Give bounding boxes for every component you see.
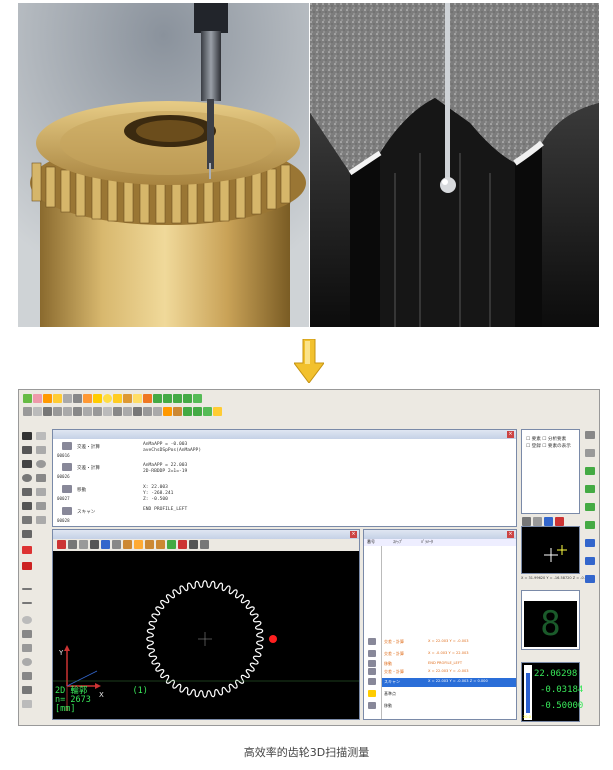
close-icon[interactable]: × [507, 431, 514, 438]
step-label: スキャン [77, 510, 96, 515]
list-item-label: 基準点 [384, 691, 396, 696]
step-line-2: 2D-RBDDP 2=1=-19 [143, 469, 188, 474]
list-item-value: X = 22.003 Y = -0.003 [428, 669, 469, 673]
closeup-graphic [310, 3, 599, 327]
y-axis-label: Y [58, 649, 64, 657]
readout-y: -0.03184 [540, 685, 584, 695]
probe-position-marker [269, 635, 277, 643]
digital-panel: 8 [521, 590, 580, 650]
view-buttons [521, 516, 580, 526]
z-gauge [524, 665, 532, 720]
list-item-label: 交差・計算 [384, 639, 404, 644]
gauge-scale-label: 20.0 [523, 715, 531, 719]
list-item-value: X = 22.003 Y = -0.003 [428, 639, 469, 643]
stylus-closeup-photo [310, 3, 599, 327]
step-line-3: Z: -0.500 [143, 497, 168, 502]
list-item[interactable]: 移動 [368, 702, 516, 711]
list-item-value: X = 22.003 Y = -0.003 Z = 0.000 [428, 679, 488, 683]
list-item[interactable]: 基準点 [368, 690, 516, 699]
close-icon[interactable]: × [350, 531, 357, 538]
element-options-panel: ☐ 要素 ☐ 分析要素 ☐ 登録 ☐ 要素の表示 [521, 429, 580, 514]
list-header: 番号 ｽﾃｯﾌﾟ ﾊﾟﾗﾒｰﾀ [364, 539, 516, 546]
toolbar-row-1 [19, 392, 599, 405]
step-line-1: X: 22.003 [143, 485, 168, 490]
list-item[interactable]: 交差・計算 X = 22.003 Y = -0.003 [368, 668, 516, 677]
left-tool-strip [20, 430, 51, 720]
status-unit: [mm] [55, 704, 76, 714]
step-list-panel: × 番号 ｽﾃｯﾌﾟ ﾊﾟﾗﾒｰﾀ 交差・計算 X = 22.003 Y = -… [363, 529, 517, 720]
close-icon[interactable]: × [507, 531, 514, 538]
measurement-software-window: × 00016 交差・計算 AnMaAPP = -0.003 aveChsDSp… [18, 389, 600, 726]
mini-view [521, 526, 580, 574]
list-item-label: 交差・計算 [384, 651, 404, 656]
step-line-1: END PROFILE_LEFT [143, 507, 188, 512]
axis-readout-panel: 22.06298 -0.03184 -0.50000 20.0 [521, 662, 584, 722]
list-item[interactable]: 交差・計算 X = 22.003 Y = -0.003 [368, 638, 516, 647]
right-icon-strip [582, 429, 599, 719]
list-item-label: 交差・計算 [384, 669, 404, 674]
step-line-1: AnMaAPP = 22.003 [143, 463, 188, 468]
list-item-label: 移動 [384, 703, 392, 708]
list-item-value: END PROFILE_LEFT [428, 661, 463, 665]
list-item[interactable]: 交差・計算 X = -0.003 Y = 22.003 [368, 650, 516, 659]
step-line-2: aveChsDSpPos(AnMaAPP) [143, 448, 202, 453]
graphics-toolbar [53, 539, 359, 551]
step-label: 移動 [77, 488, 87, 493]
gear-photo-graphic [18, 3, 309, 327]
coord-readout: X = 31.99620 Y = -16.58720 Z = -0.500 [521, 576, 592, 580]
list-item-label: スキャン [384, 679, 400, 684]
step-number: 00016 [57, 453, 70, 458]
list-item-value: X = -0.003 Y = 22.003 [428, 651, 469, 655]
step-number: 00028 [57, 518, 70, 523]
down-arrow-icon [293, 338, 325, 384]
step-line-2: Y: -268.241 [143, 491, 174, 496]
list-item-label: 移動 [384, 661, 392, 666]
step-line-1: AnMaAPP = -0.003 [143, 442, 188, 447]
figure: × 00016 交差・計算 AnMaAPP = -0.003 aveChsDSp… [0, 0, 613, 770]
program-panel: × 00016 交差・計算 AnMaAPP = -0.003 aveChsDSp… [52, 429, 517, 527]
status-index: (1) [132, 686, 148, 696]
gear-probe-photo [18, 3, 309, 327]
step-label: 交差・計算 [77, 445, 100, 450]
readout-x: 22.06298 [534, 669, 578, 679]
toolbar-row-2 [19, 405, 599, 418]
list-item[interactable]: スキャン X = 22.003 Y = -0.003 Z = 0.000 [368, 678, 516, 687]
step-number: 00027 [57, 496, 70, 501]
step-label: 交差・計算 [77, 466, 100, 471]
readout-z: -0.50000 [540, 701, 584, 711]
step-number: 00026 [57, 474, 70, 479]
digital-display: 8 [524, 601, 577, 647]
graphics-panel: × Y X 2D 輪郭 (1) n= 2673 [mm] [52, 529, 360, 720]
status-readout: 2D 輪郭 (1) n= 2673 [mm] [55, 687, 148, 714]
caption: 高效率的齿轮3D扫描测量 [243, 746, 370, 759]
